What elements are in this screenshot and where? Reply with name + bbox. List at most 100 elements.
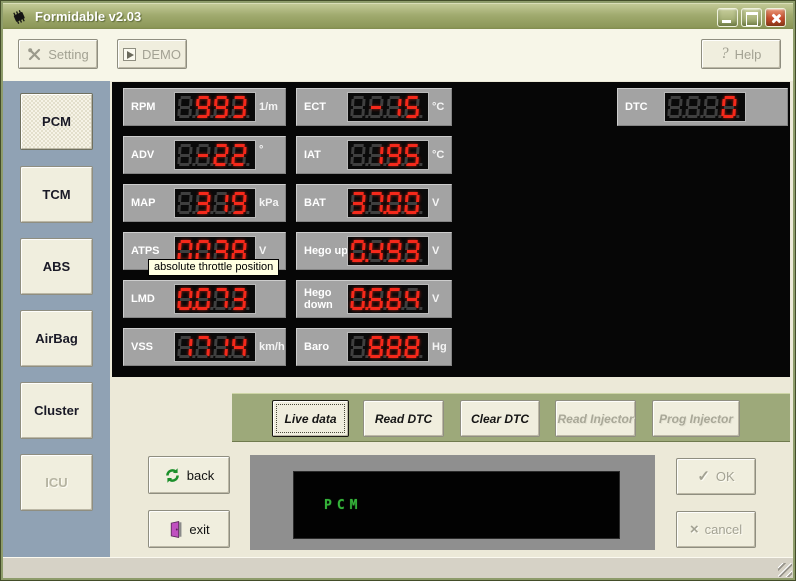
action-button-read-dtc[interactable]: Read DTC (363, 400, 444, 437)
setting-button[interactable]: Setting (18, 39, 98, 69)
seg-digit (231, 192, 247, 214)
seven-segment-display (175, 189, 255, 217)
gauge-unit: 1/m (259, 101, 278, 113)
seg-digit (368, 192, 384, 214)
seg-digit (368, 288, 384, 310)
cancel-button[interactable]: × cancel (676, 511, 756, 548)
action-button-label: Read Injector (557, 412, 633, 426)
gauge-vss: VSSkm/h (123, 328, 286, 366)
seg-digit (404, 336, 420, 358)
gauge-ect: ECT °C (296, 88, 452, 126)
gauge-hego-up: Hego upV (296, 232, 452, 270)
seg-digit (386, 336, 402, 358)
seg-digit (386, 240, 402, 262)
seg-digit (703, 96, 719, 118)
close-button[interactable] (765, 8, 786, 27)
action-button-clear-dtc[interactable]: Clear DTC (460, 400, 540, 437)
seg-digit (213, 336, 229, 358)
help-label: Help (735, 47, 762, 62)
action-button-label: Live data (284, 412, 336, 426)
seven-segment-display (348, 285, 428, 313)
module-sidebar: PCM TCM ABS AirBag Cluster ICU (3, 81, 110, 557)
seven-segment-display (348, 189, 428, 217)
gauge-map: MAP kPa (123, 184, 286, 222)
sidebar-item-abs[interactable]: ABS (20, 238, 93, 295)
setting-label: Setting (48, 47, 88, 62)
gauge-unit: °C (432, 101, 444, 113)
lcd-screen: PCM (293, 471, 620, 539)
tools-icon (27, 47, 42, 62)
ok-label: OK (716, 469, 735, 484)
demo-button[interactable]: DEMO (117, 39, 187, 69)
resize-grip[interactable] (778, 563, 792, 577)
status-bar (3, 557, 793, 578)
gauge-label: MAP (131, 197, 175, 209)
seg-digit (350, 336, 366, 358)
seg-digit (404, 144, 420, 166)
seg-digit (685, 96, 701, 118)
sidebar-item-cluster[interactable]: Cluster (20, 382, 93, 439)
sidebar-item-label: ABS (43, 259, 70, 274)
ok-button[interactable]: ✓ OK (676, 458, 756, 495)
seven-segment-display (348, 333, 428, 361)
seven-segment-display (348, 141, 428, 169)
back-label: back (187, 468, 214, 483)
gauge-label: ECT (304, 101, 348, 113)
seg-digit (368, 96, 384, 118)
seg-digit (368, 144, 384, 166)
sidebar-item-label: PCM (42, 114, 71, 129)
seg-digit (195, 144, 211, 166)
seg-digit (350, 240, 366, 262)
seg-digit (177, 336, 193, 358)
seg-digit (177, 192, 193, 214)
sidebar-item-icu[interactable]: ICU (20, 454, 93, 511)
gauge-rpm: RPM1/m (123, 88, 286, 126)
help-button[interactable]: ? Help (701, 39, 781, 69)
gauge-label: Hego up (304, 245, 348, 257)
window-title: Formidable v2.03 (35, 9, 141, 24)
sidebar-item-pcm[interactable]: PCM (20, 93, 93, 150)
back-button[interactable]: back (148, 456, 230, 494)
action-button-prog-injector[interactable]: Prog Injector (652, 400, 740, 437)
demo-label: DEMO (142, 47, 181, 62)
seg-digit (350, 96, 366, 118)
action-button-label: Clear DTC (471, 412, 529, 426)
seg-digit (195, 288, 211, 310)
gauge-unit: V (259, 245, 266, 257)
exit-button[interactable]: exit (148, 510, 230, 548)
seg-digit (667, 96, 683, 118)
seg-digit (231, 288, 247, 310)
gauge-label: Baro (304, 341, 348, 353)
sidebar-item-label: TCM (42, 187, 70, 202)
gauge-dtc: DTC (617, 88, 788, 126)
toolbar: Setting DEMO ? Help (3, 29, 793, 81)
gauge-unit: kPa (259, 197, 279, 209)
gauge-area: DTC RPM1/mADV°MAPkPaATPSVLMDVSSkm/hECT°C… (112, 82, 790, 377)
gauge-adv: ADV° (123, 136, 286, 174)
gauge-unit: °C (432, 149, 444, 161)
seg-digit (350, 288, 366, 310)
gauge-iat: IAT°C (296, 136, 452, 174)
seg-digit (404, 192, 420, 214)
gauge-label: ATPS (131, 245, 175, 257)
seg-digit (350, 192, 366, 214)
seg-digit (231, 144, 247, 166)
seg-digit (350, 144, 366, 166)
sidebar-item-airbag[interactable]: AirBag (20, 310, 93, 367)
seg-digit (404, 240, 420, 262)
seg-digit (195, 336, 211, 358)
seven-segment-display (348, 93, 428, 121)
seg-digit (231, 336, 247, 358)
seg-digit (177, 144, 193, 166)
minimize-button[interactable] (717, 8, 738, 27)
action-button-read-injector[interactable]: Read Injector (555, 400, 636, 437)
maximize-button[interactable] (741, 8, 762, 27)
gauge-bat: BATV (296, 184, 452, 222)
sidebar-item-tcm[interactable]: TCM (20, 166, 93, 223)
seg-digit (386, 96, 402, 118)
action-button-live-data[interactable]: Live data (272, 400, 349, 437)
lcd-text: PCM (324, 498, 362, 513)
seg-digit (231, 96, 247, 118)
exit-label: exit (189, 522, 209, 537)
titlebar[interactable]: Formidable v2.03 (3, 3, 793, 29)
